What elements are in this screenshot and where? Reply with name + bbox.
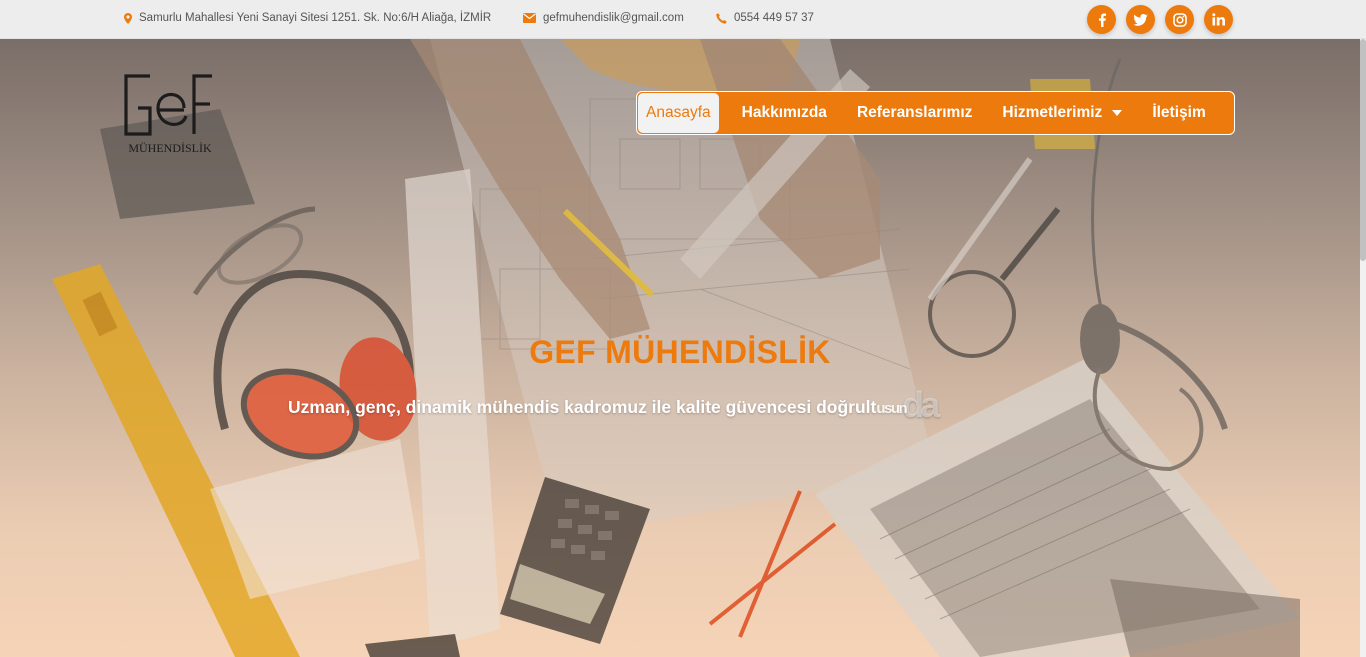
contact-email[interactable]: gefmuhendislik@gmail.com	[523, 12, 684, 24]
address-text: Samurlu Mahallesi Yeni Sanayi Sitesi 125…	[139, 12, 492, 24]
nav-item-iletisim[interactable]: İletişim	[1137, 92, 1220, 134]
contact-phone[interactable]: 0554 449 57 37	[716, 12, 814, 24]
main-nav: Anasayfa Hakkımızda Referanslarımız Hizm…	[636, 91, 1235, 135]
site-logo[interactable]: MÜHENDİSLİK	[120, 72, 220, 158]
page-scrollbar[interactable]	[1360, 39, 1366, 657]
instagram-icon[interactable]	[1165, 5, 1194, 34]
hero-subtitle-tail: usun	[876, 400, 907, 417]
phone-icon	[716, 12, 727, 24]
social-links	[1087, 5, 1233, 34]
hero-title: GEF MÜHENDİSLİK	[529, 334, 831, 370]
nav-item-hizmetlerimiz[interactable]: Hizmetlerimiz	[987, 92, 1137, 134]
email-link[interactable]: gefmuhendislik@gmail.com	[543, 12, 684, 24]
scrollbar-thumb[interactable]	[1360, 39, 1366, 261]
envelope-icon	[523, 13, 536, 23]
hero-subtitle-main: Uzman, genç, dinamik mühendis kadromuz i…	[288, 397, 877, 417]
nav-item-hizmetlerimiz-label: Hizmetlerimiz	[1002, 104, 1103, 121]
facebook-icon[interactable]	[1087, 5, 1116, 34]
twitter-icon[interactable]	[1126, 5, 1155, 34]
hero-subtitle: Uzman, genç, dinamik mühendis kadromuz i…	[288, 384, 940, 426]
nav-item-referanslarimiz[interactable]: Referanslarımız	[842, 92, 987, 134]
nav-item-anasayfa[interactable]: Anasayfa	[638, 93, 719, 133]
caret-down-icon	[1112, 110, 1123, 116]
phone-link[interactable]: 0554 449 57 37	[734, 12, 814, 24]
nav-item-hakkimizda[interactable]: Hakkımızda	[727, 92, 842, 134]
hero-section: MÜHENDİSLİK Anasayfa Hakkımızda Referans…	[0, 39, 1360, 657]
map-marker-icon	[124, 12, 132, 24]
linkedin-icon[interactable]	[1204, 5, 1233, 34]
hero-subtitle-ghost: da	[902, 384, 940, 425]
top-bar: Samurlu Mahallesi Yeni Sanayi Sitesi 125…	[0, 0, 1366, 39]
contact-address: Samurlu Mahallesi Yeni Sanayi Sitesi 125…	[124, 12, 491, 24]
logo-subtitle: MÜHENDİSLİK	[128, 141, 212, 155]
